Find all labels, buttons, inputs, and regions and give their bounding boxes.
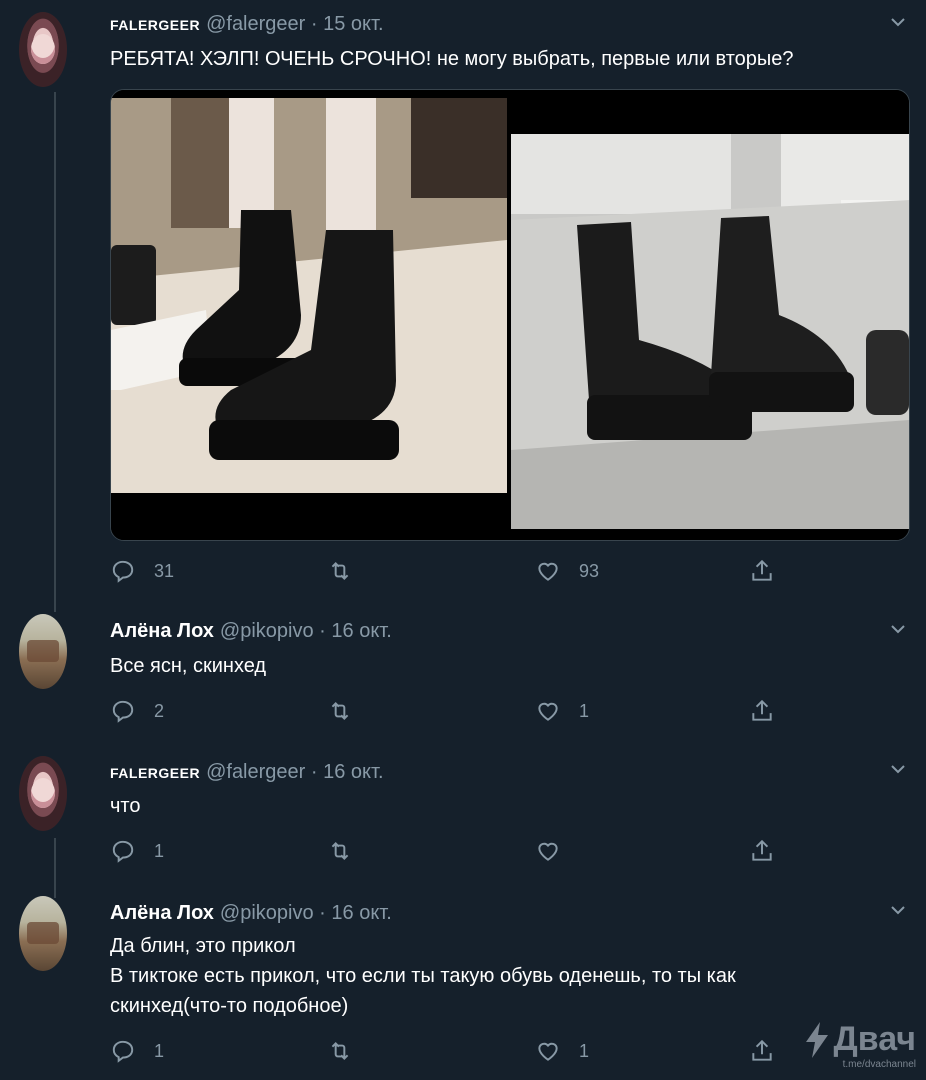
share-button[interactable] xyxy=(749,838,775,864)
retweet-icon xyxy=(331,842,349,860)
reply-count: 2 xyxy=(154,700,165,721)
like-count: 1 xyxy=(579,1040,590,1061)
tweet-header: Алёна Лох @pikopivo · 16 окт. xyxy=(110,620,392,643)
share-button[interactable] xyxy=(749,558,775,584)
tweet-date[interactable]: 16 окт. xyxy=(331,902,391,924)
tweet-text-line: РЕБЯТА! ХЭЛП! ОЧЕНЬ СРОЧНО! не могу выбр… xyxy=(110,48,794,70)
tweet[interactable]: Алёна Лох @pikopivo · 16 окт. Да блин, эт… xyxy=(0,890,926,1080)
tweet-text-line: В тиктоке есть прикол, что если ты такую… xyxy=(110,965,736,987)
tweet-date[interactable]: 16 окт. xyxy=(323,761,383,783)
separator-dot: · xyxy=(310,761,318,783)
tweet-actions: 1 1 xyxy=(110,1038,790,1066)
user-handle[interactable]: @falergeer xyxy=(206,13,305,35)
retweet-icon xyxy=(331,702,349,720)
retweet-button[interactable] xyxy=(327,1038,371,1064)
share-icon xyxy=(752,559,772,581)
chevron-down-icon[interactable] xyxy=(890,902,906,918)
share-icon xyxy=(752,699,772,721)
retweet-button[interactable] xyxy=(327,698,371,724)
display-name[interactable]: FALERGEER xyxy=(110,17,200,33)
tweet-text-line: что xyxy=(110,795,141,817)
dvach-watermark: Двач t.me/dvachannel xyxy=(804,1020,916,1070)
avatar[interactable] xyxy=(19,614,67,689)
like-count: 1 xyxy=(579,700,590,721)
reply-icon xyxy=(112,1040,134,1063)
reply-button[interactable]: 31 xyxy=(110,558,174,584)
tweet-text-line: скинхед(что-то подобное) xyxy=(110,995,349,1017)
retweet-button[interactable] xyxy=(327,558,371,584)
tweet-text: Все ясн, скинхед xyxy=(110,651,266,681)
reply-icon xyxy=(112,700,134,723)
tweet-text-line: Все ясн, скинхед xyxy=(110,655,267,677)
heart-icon xyxy=(538,702,558,721)
boots-photo-1[interactable] xyxy=(111,90,507,540)
tweet-header: Алёна Лох @pikopivo · 16 окт. xyxy=(110,902,392,925)
dvach-logo-text: Двач xyxy=(833,1020,916,1058)
separator-dot: · xyxy=(319,620,326,642)
reply-button[interactable]: 1 xyxy=(110,1038,164,1064)
reply-button[interactable]: 1 xyxy=(110,838,164,864)
tweet[interactable]: Алёна Лох @pikopivo · 16 окт. Все ясн, ск… xyxy=(0,610,926,750)
tweet-header: FALERGEER @falergeer · 15 окт. xyxy=(110,13,384,36)
lightning-icon xyxy=(805,1021,828,1058)
tweet-actions: 31 93 xyxy=(110,558,790,586)
chevron-down-icon[interactable] xyxy=(890,621,906,637)
avatar[interactable] xyxy=(19,756,67,831)
share-button[interactable] xyxy=(749,1038,775,1064)
display-name[interactable]: Алёна Лох xyxy=(110,902,214,924)
tweet-media[interactable] xyxy=(110,89,910,541)
reply-icon xyxy=(112,840,134,863)
reply-count: 1 xyxy=(154,840,165,861)
user-handle[interactable]: @pikopivo xyxy=(220,620,314,642)
reply-count: 1 xyxy=(154,1040,165,1061)
like-button[interactable] xyxy=(535,838,579,864)
heart-icon xyxy=(538,1042,558,1061)
like-button[interactable]: 93 xyxy=(535,558,599,584)
chevron-down-icon[interactable] xyxy=(890,14,906,30)
tweet-actions: 2 1 xyxy=(110,698,790,726)
like-count: 93 xyxy=(579,560,600,581)
like-button[interactable]: 1 xyxy=(535,1038,589,1064)
tweet-text-line: Да блин, это прикол xyxy=(110,935,296,957)
tweet-header: FALERGEER @falergeer · 16 окт. xyxy=(110,761,384,784)
dvach-logo: Двач xyxy=(804,1020,916,1059)
separator-dot: · xyxy=(319,902,326,924)
user-handle[interactable]: @pikopivo xyxy=(220,902,314,924)
reply-icon xyxy=(112,560,134,583)
retweet-icon xyxy=(331,562,349,580)
tweet-date[interactable]: 15 окт. xyxy=(323,13,383,35)
avatar[interactable] xyxy=(19,896,67,971)
tweet-actions: 1 xyxy=(110,838,790,866)
chevron-down-icon[interactable] xyxy=(890,761,906,777)
retweet-icon xyxy=(331,1042,349,1060)
tweet[interactable]: FALERGEER @falergeer · 15 окт. РЕБЯТА! ХЭ… xyxy=(0,0,926,610)
like-button[interactable]: 1 xyxy=(535,698,589,724)
share-icon xyxy=(752,1039,772,1061)
tweet[interactable]: FALERGEER @falergeer · 16 окт. что 1 xyxy=(0,750,926,890)
separator-dot: · xyxy=(310,13,318,35)
display-name[interactable]: FALERGEER xyxy=(110,765,200,781)
tweet-date[interactable]: 16 окт. xyxy=(331,620,391,642)
heart-icon xyxy=(538,562,558,581)
heart-icon xyxy=(538,842,558,861)
retweet-button[interactable] xyxy=(327,838,371,864)
reply-button[interactable]: 2 xyxy=(110,698,164,724)
display-name[interactable]: Алёна Лох xyxy=(110,620,214,642)
reply-count: 31 xyxy=(154,560,175,581)
boots-photo-2[interactable] xyxy=(511,90,909,540)
share-button[interactable] xyxy=(749,698,775,724)
tweet-text: что xyxy=(110,791,140,821)
user-handle[interactable]: @falergeer xyxy=(206,761,305,783)
share-icon xyxy=(752,839,772,861)
dvach-channel-link: t.me/dvachannel xyxy=(842,1059,916,1070)
avatar[interactable] xyxy=(19,12,67,87)
tweet-text: Да блин, это прикол В тиктоке есть прико… xyxy=(110,931,736,1021)
tweet-text: РЕБЯТА! ХЭЛП! ОЧЕНЬ СРОЧНО! не могу выбр… xyxy=(110,44,794,74)
